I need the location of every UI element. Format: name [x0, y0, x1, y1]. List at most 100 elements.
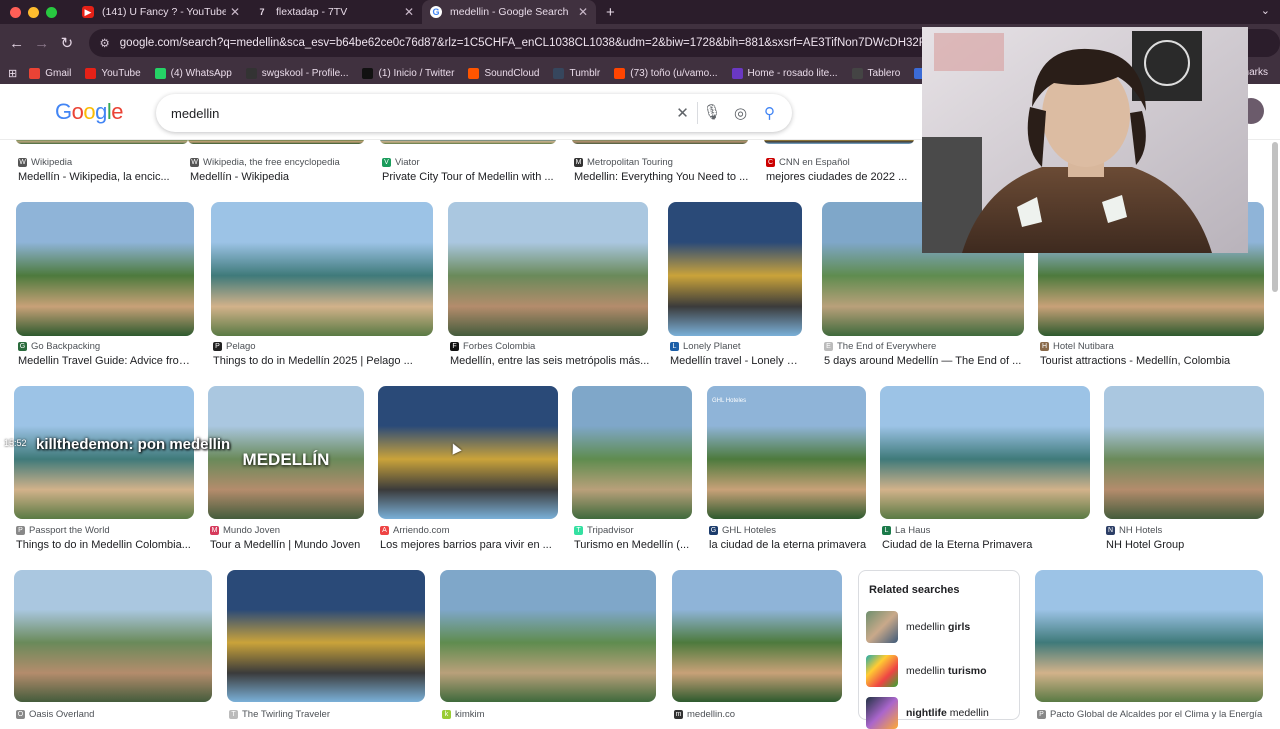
result-thumbnail[interactable]: [440, 570, 656, 702]
result-thumbnail[interactable]: [14, 570, 212, 702]
result-thumbnail[interactable]: [448, 202, 648, 336]
result-source[interactable]: A Arriendo.com: [380, 525, 560, 536]
tab-title: medellin - Google Search: [450, 6, 569, 18]
apps-grid-icon[interactable]: ⊞: [8, 67, 17, 80]
google-logo[interactable]: Google: [55, 99, 124, 125]
bookmark-item[interactable]: YouTube: [85, 67, 141, 79]
related-search-item[interactable]: nightlife medellin: [866, 697, 989, 729]
result-thumbnail[interactable]: [672, 570, 842, 702]
result-source[interactable]: T Tripadvisor: [574, 525, 694, 536]
result-source[interactable]: W Wikipedia, the free encyclopedia: [190, 157, 366, 168]
back-icon[interactable]: ←: [4, 35, 29, 52]
result-title[interactable]: Medellín - Wikipedia, la encic...: [18, 171, 190, 183]
forward-icon[interactable]: →: [29, 35, 54, 52]
result-title[interactable]: Medellin Travel Guide: Advice from...: [18, 355, 196, 367]
new-tab-button[interactable]: +: [606, 4, 615, 21]
result-source[interactable]: H Hotel Nutibara: [1040, 341, 1266, 352]
result-title[interactable]: NH Hotel Group: [1106, 539, 1266, 551]
result-title[interactable]: Medellin: Everything You Need to ...: [574, 171, 750, 183]
minimize-window-button[interactable]: [28, 6, 39, 18]
result-source[interactable]: L La Haus: [882, 525, 1092, 536]
result-source[interactable]: C CNN en Español: [766, 157, 916, 168]
result-thumbnail[interactable]: [211, 202, 433, 336]
result-thumbnail[interactable]: [707, 386, 866, 519]
result-thumbnail[interactable]: [188, 140, 364, 144]
result-source[interactable]: T The Twirling Traveler: [229, 709, 427, 720]
result-source[interactable]: m medellin.co: [674, 709, 844, 720]
result-source[interactable]: V Viator: [382, 157, 558, 168]
reload-icon[interactable]: ↻: [54, 34, 79, 52]
result-thumbnail[interactable]: [380, 140, 556, 144]
bookmark-item[interactable]: swgskool - Profile...: [245, 67, 348, 79]
result-source[interactable]: G Go Backpacking: [18, 341, 196, 352]
result-thumbnail[interactable]: [378, 386, 558, 519]
result-title[interactable]: Medellín - Wikipedia: [190, 171, 366, 183]
result-source[interactable]: W Wikipedia: [18, 157, 190, 168]
result-thumbnail[interactable]: [16, 202, 194, 336]
close-tab-icon[interactable]: ✕: [578, 5, 588, 19]
clear-icon[interactable]: ✕: [668, 104, 697, 122]
source-favicon-icon: F: [450, 342, 459, 351]
result-title[interactable]: Things to do in Medellín 2025 | Pelago .…: [213, 355, 435, 367]
close-tab-icon[interactable]: ✕: [230, 5, 240, 19]
chevron-down-icon[interactable]: ⌄: [1261, 4, 1270, 17]
result-title[interactable]: 5 days around Medellín — The End of ...: [824, 355, 1026, 367]
site-settings-icon[interactable]: ⚙: [99, 36, 109, 50]
maximize-window-button[interactable]: [46, 6, 57, 18]
microphone-icon[interactable]: 🎙: [697, 102, 726, 124]
result-thumbnail[interactable]: [16, 140, 188, 144]
bookmark-item[interactable]: SoundCloud: [468, 67, 539, 79]
related-search-item[interactable]: medellin turismo: [866, 655, 987, 687]
close-window-button[interactable]: [10, 6, 21, 18]
bookmark-item[interactable]: (73) toño (u/vamo...: [614, 67, 718, 79]
camera-lens-icon[interactable]: ◎: [726, 104, 755, 122]
bookmark-item[interactable]: (4) WhatsApp: [154, 67, 232, 79]
result-source[interactable]: P Pacto Global de Alcaldes por el Clima y…: [1037, 709, 1265, 720]
close-tab-icon[interactable]: ✕: [404, 5, 414, 19]
result-source[interactable]: O Oasis Overland: [16, 709, 214, 720]
result-thumbnail[interactable]: [880, 386, 1090, 519]
result-title[interactable]: Medellín travel - Lonely Pl...: [670, 355, 804, 367]
result-title[interactable]: la ciudad de la eterna primavera: [709, 539, 868, 551]
result-title[interactable]: Los mejores barrios para vivir en ...: [380, 539, 560, 551]
tab-youtube[interactable]: ▶ (141) U Fancy ? - YouTube ✕: [74, 0, 248, 24]
result-title[interactable]: Tourist attractions - Medellín, Colombia: [1040, 355, 1266, 367]
search-input[interactable]: medellin: [171, 106, 668, 121]
result-thumbnail[interactable]: [1035, 570, 1263, 702]
tab-7tv[interactable]: 7 flextadap - 7TV ✕: [248, 0, 422, 24]
result-source[interactable]: E The End of Everywhere: [824, 341, 1026, 352]
result-thumbnail[interactable]: [1104, 386, 1264, 519]
result-source[interactable]: F Forbes Colombia: [450, 341, 650, 352]
result-title[interactable]: mejores ciudades de 2022 ...: [766, 171, 916, 183]
bookmark-item[interactable]: Tumblr: [553, 67, 600, 79]
related-search-item[interactable]: medellin girls: [866, 611, 970, 643]
result-title[interactable]: Ciudad de la Eterna Primavera: [882, 539, 1092, 551]
bookmark-item[interactable]: Home - rosado lite...: [731, 67, 838, 79]
result-title[interactable]: Turismo en Medellín (...: [574, 539, 694, 551]
search-icon[interactable]: ⚲: [755, 104, 784, 122]
result-source[interactable]: k kimkim: [442, 709, 658, 720]
result-title[interactable]: Tour a Medellín | Mundo Joven: [210, 539, 366, 551]
result-thumbnail[interactable]: [227, 570, 425, 702]
result-title[interactable]: Things to do in Medellin Colombia...: [16, 539, 196, 551]
result-thumbnail[interactable]: [572, 386, 692, 519]
result-thumbnail[interactable]: [668, 202, 802, 336]
bookmark-item[interactable]: (1) Inicio / Twitter: [362, 67, 454, 79]
bookmark-item[interactable]: Tablero: [851, 67, 900, 79]
search-box[interactable]: medellin ✕ 🎙 ◎ ⚲: [156, 94, 792, 132]
page-scrollbar[interactable]: [1272, 142, 1278, 292]
result-source[interactable]: N NH Hotels: [1106, 525, 1266, 536]
result-source[interactable]: M Metropolitan Touring: [574, 157, 750, 168]
result-source[interactable]: G GHL Hoteles: [709, 525, 868, 536]
tab-google-search[interactable]: G medellin - Google Search ✕: [422, 0, 596, 24]
bookmark-item[interactable]: Gmail: [29, 67, 71, 79]
result-thumbnail[interactable]: [572, 140, 748, 144]
related-prefix: nightlife: [906, 707, 947, 719]
result-source[interactable]: P Passport the World: [16, 525, 196, 536]
result-title[interactable]: Private City Tour of Medellin with ...: [382, 171, 558, 183]
result-source[interactable]: L Lonely Planet: [670, 341, 804, 352]
result-source[interactable]: M Mundo Joven: [210, 525, 366, 536]
result-source[interactable]: P Pelago: [213, 341, 435, 352]
result-title[interactable]: Medellín, entre las seis metrópolis más.…: [450, 355, 650, 367]
result-thumbnail[interactable]: [764, 140, 914, 144]
